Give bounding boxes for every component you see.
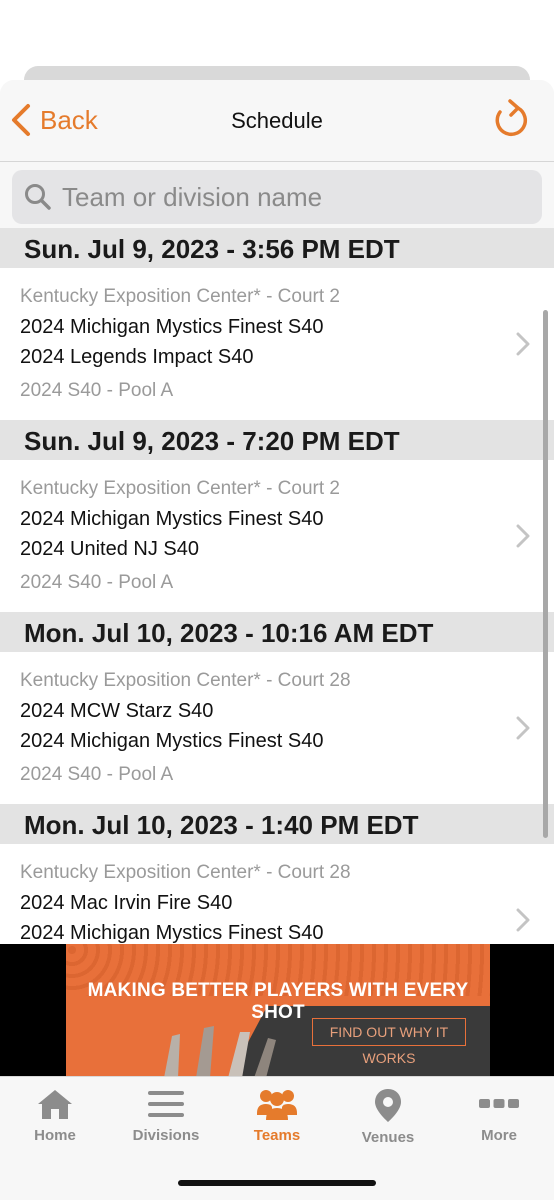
- raised-hands-icon: [164, 1026, 276, 1076]
- tab-divisions[interactable]: Divisions: [111, 1087, 221, 1144]
- teams-icon: [257, 1090, 297, 1120]
- scrollbar[interactable]: [543, 310, 548, 838]
- venue-court: Kentucky Exposition Center* - Court 28: [20, 670, 351, 691]
- search-icon: [25, 184, 51, 210]
- game-row[interactable]: Kentucky Exposition Center* - Court 28 2…: [0, 844, 554, 944]
- location-pin-icon: [375, 1089, 401, 1122]
- venue-court: Kentucky Exposition Center* - Court 28: [20, 862, 351, 883]
- chevron-right-icon: [516, 908, 530, 932]
- team-home: 2024 Michigan Mystics Finest S40: [20, 508, 324, 530]
- tab-more[interactable]: More: [444, 1087, 554, 1144]
- refresh-button[interactable]: [490, 98, 530, 142]
- tab-venues[interactable]: Venues: [333, 1087, 443, 1146]
- chevron-right-icon: [516, 332, 530, 356]
- date-header: Mon. Jul 10, 2023 - 10:16 AM EDT: [0, 612, 554, 652]
- home-icon: [38, 1090, 72, 1119]
- tab-home[interactable]: Home: [0, 1087, 110, 1144]
- team-away: 2024 Michigan Mystics Finest S40: [20, 922, 324, 944]
- game-row[interactable]: Kentucky Exposition Center* - Court 2 20…: [0, 268, 554, 420]
- team-home: 2024 Michigan Mystics Finest S40: [20, 316, 324, 338]
- search-bar: [0, 162, 554, 228]
- search-input[interactable]: [62, 181, 522, 213]
- tab-label: Home: [34, 1127, 76, 1144]
- pool-label: 2024 S40 - Pool A: [20, 380, 174, 401]
- chevron-right-icon: [516, 524, 530, 548]
- pool-label: 2024 S40 - Pool A: [20, 764, 174, 785]
- schedule-sheet: Back Schedule Sun. Jul 9, 2023 - 3:56 PM…: [0, 80, 554, 1200]
- tab-label: More: [481, 1127, 517, 1144]
- ad-cta[interactable]: FIND OUT WHY IT WORKS: [312, 1018, 466, 1066]
- date-header: Sun. Jul 9, 2023 - 7:20 PM EDT: [0, 420, 554, 460]
- game-row[interactable]: Kentucky Exposition Center* - Court 2 20…: [0, 460, 554, 612]
- team-home: 2024 Mac Irvin Fire S40: [20, 892, 233, 914]
- chevron-right-icon: [516, 716, 530, 740]
- schedule-list: Sun. Jul 9, 2023 - 3:56 PM EDT Kentucky …: [0, 228, 554, 944]
- team-home: 2024 MCW Starz S40: [20, 700, 214, 722]
- home-indicator: [178, 1180, 376, 1186]
- venue-court: Kentucky Exposition Center* - Court 2: [20, 478, 340, 499]
- team-away: 2024 United NJ S40: [20, 538, 200, 560]
- refresh-icon: [495, 99, 528, 137]
- team-away: 2024 Legends Impact S40: [20, 346, 254, 368]
- search-box[interactable]: [12, 170, 542, 224]
- tab-label: Divisions: [132, 1127, 200, 1144]
- list-icon: [148, 1091, 184, 1117]
- ad-banner[interactable]: MAKING BETTER PLAYERS WITH EVERY SHOT FI…: [0, 944, 554, 1076]
- tab-teams[interactable]: Teams: [222, 1087, 332, 1144]
- date-header: Sun. Jul 9, 2023 - 3:56 PM EDT: [0, 228, 554, 268]
- tab-label: Teams: [253, 1127, 301, 1144]
- pool-label: 2024 S40 - Pool A: [20, 572, 174, 593]
- ad-creative[interactable]: MAKING BETTER PLAYERS WITH EVERY SHOT FI…: [66, 944, 490, 1076]
- more-icon: [479, 1099, 519, 1108]
- team-away: 2024 Michigan Mystics Finest S40: [20, 730, 324, 752]
- navbar: Back Schedule: [0, 80, 554, 162]
- venue-court: Kentucky Exposition Center* - Court 2: [20, 286, 340, 307]
- game-row[interactable]: Kentucky Exposition Center* - Court 28 2…: [0, 652, 554, 804]
- page-title: Schedule: [231, 108, 323, 133]
- date-header: Mon. Jul 10, 2023 - 1:40 PM EDT: [0, 804, 554, 844]
- tab-label: Venues: [361, 1129, 415, 1146]
